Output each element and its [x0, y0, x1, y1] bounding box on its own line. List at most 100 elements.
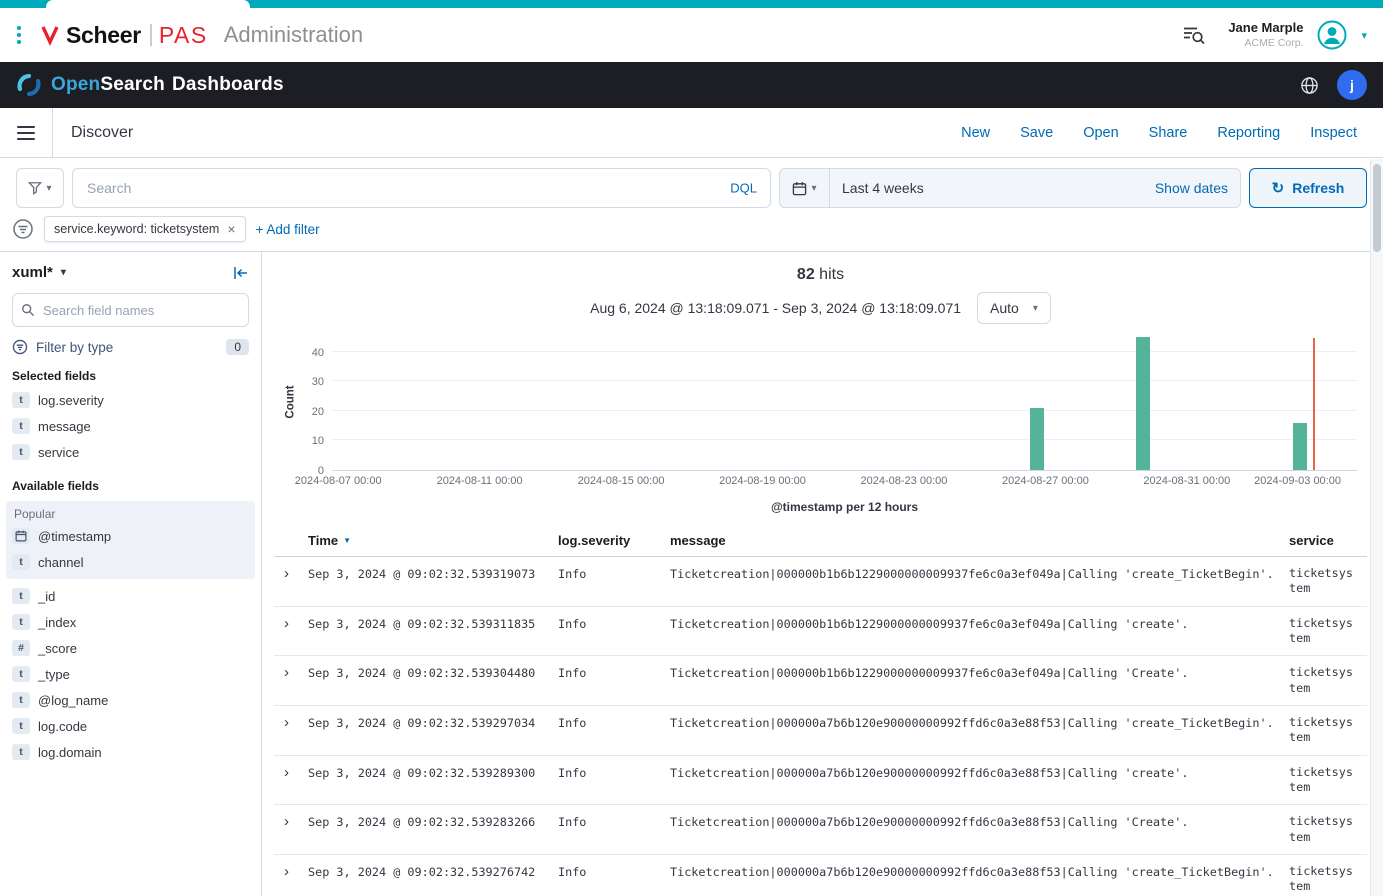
- y-axis-tick-label: 40: [288, 347, 324, 359]
- menu-icon[interactable]: [0, 108, 53, 157]
- column-header-label: Time: [308, 533, 338, 548]
- field-item-_index[interactable]: t_index: [12, 609, 249, 635]
- field-item-service[interactable]: tservice: [12, 439, 249, 465]
- fields-sidebar: xuml* ▾ Filter by type 0 Sel: [0, 252, 262, 896]
- show-dates-button[interactable]: Show dates: [1143, 169, 1240, 207]
- selected-fields-header: Selected fields: [12, 369, 249, 383]
- index-pattern-selector[interactable]: xuml* ▾: [12, 264, 66, 281]
- field-item-_id[interactable]: t_id: [12, 583, 249, 609]
- selected-fields-list: tlog.severitytmessagetservice: [12, 387, 249, 465]
- column-header-label: message: [670, 533, 726, 548]
- column-header-message[interactable]: message: [670, 533, 1289, 548]
- nav-action-reporting[interactable]: Reporting: [1217, 125, 1280, 141]
- histogram-bar[interactable]: [1293, 423, 1307, 470]
- gridline: [332, 439, 1357, 440]
- saved-query-icon: [28, 181, 42, 195]
- field-item-channel[interactable]: tchannel: [12, 549, 249, 575]
- column-header-Time[interactable]: Time▼: [308, 533, 558, 548]
- x-axis-labels: 2024-08-07 00:002024-08-11 00:002024-08-…: [332, 475, 1357, 490]
- row-expand-button[interactable]: ›: [274, 765, 308, 782]
- nav-action-new[interactable]: New: [961, 125, 990, 141]
- chevron-down-icon: ▾: [61, 267, 66, 278]
- filter-bar: service.keyword: ticketsystem × + Add fi…: [0, 214, 1383, 252]
- breadcrumb-discover: Discover: [71, 124, 133, 142]
- field-name: @timestamp: [38, 529, 111, 544]
- brand-pas-text: PAS: [159, 22, 208, 49]
- cell-message: Ticketcreation|000000a7b6b120e9000000099…: [670, 814, 1289, 831]
- scrollbar-thumb[interactable]: [1373, 164, 1381, 252]
- row-expand-button[interactable]: ›: [274, 814, 308, 831]
- field-item-_score[interactable]: #_score: [12, 635, 249, 661]
- histogram-chart: Count 010203040 2024-08-07 00:002024-08-…: [274, 338, 1367, 514]
- field-type-badge: t: [12, 614, 30, 630]
- nav-action-share[interactable]: Share: [1149, 125, 1188, 141]
- instance-logs-icon[interactable]: [1182, 24, 1206, 46]
- help-globe-icon[interactable]: [1300, 76, 1319, 95]
- field-item-log.severity[interactable]: tlog.severity: [12, 387, 249, 413]
- field-item-log.domain[interactable]: tlog.domain: [12, 739, 249, 765]
- app-nav-bar: Discover New Save Open Share Reporting Inspec…: [0, 108, 1383, 158]
- osd-user-avatar[interactable]: j: [1337, 70, 1367, 100]
- opensearch-logo-icon[interactable]: [16, 72, 42, 98]
- calendar-icon: [792, 181, 807, 196]
- interval-select[interactable]: Auto ▾: [977, 292, 1051, 324]
- y-axis-tick-label: 20: [288, 406, 324, 418]
- search-input[interactable]: [72, 168, 771, 208]
- add-filter-button[interactable]: + Add filter: [256, 222, 320, 237]
- opensearch-header-right: j: [1300, 70, 1367, 100]
- field-name: _type: [38, 667, 70, 682]
- filter-by-type-button[interactable]: Filter by type 0: [12, 339, 249, 355]
- filter-set-menu-icon[interactable]: [12, 218, 34, 240]
- date-quick-select-button[interactable]: ▾: [780, 169, 830, 207]
- saved-query-menu-button[interactable]: ▾: [16, 168, 64, 208]
- app-switcher-icon[interactable]: [12, 21, 26, 49]
- table-row: ›Sep 3, 2024 @ 09:02:32.539289300InfoTic…: [274, 756, 1367, 806]
- y-axis-tick-label: 30: [288, 376, 324, 388]
- query-language-button[interactable]: DQL: [730, 181, 757, 196]
- field-name: log.code: [38, 719, 87, 734]
- pas-admin-header: Scheer PAS Administration Jane Marple AC…: [0, 8, 1383, 62]
- field-item-_type[interactable]: t_type: [12, 661, 249, 687]
- histogram-bar[interactable]: [1030, 408, 1044, 470]
- column-header-logseverity[interactable]: log.severity: [558, 533, 670, 548]
- x-axis-tick-label: 2024-08-11 00:00: [437, 475, 523, 487]
- user-organization: ACME Corp.: [1228, 37, 1303, 51]
- x-axis-tick-label: 2024-08-19 00:00: [719, 475, 806, 487]
- collapse-sidebar-icon[interactable]: [233, 265, 249, 281]
- wordmark-search: Search: [100, 74, 165, 95]
- field-type-badge: t: [12, 444, 30, 460]
- cell-message: Ticketcreation|000000b1b6b12290000000099…: [670, 566, 1289, 583]
- time-range-label[interactable]: Last 4 weeks: [830, 169, 1143, 207]
- column-header-label: log.severity: [558, 533, 630, 548]
- field-item-@timestamp[interactable]: @timestamp: [12, 523, 249, 549]
- content-area: xuml* ▾ Filter by type 0 Sel: [0, 252, 1383, 896]
- row-expand-button[interactable]: ›: [274, 616, 308, 633]
- index-pattern-name: xuml*: [12, 264, 53, 281]
- filter-pill[interactable]: service.keyword: ticketsystem ×: [44, 216, 246, 242]
- field-item-log.code[interactable]: tlog.code: [12, 713, 249, 739]
- user-menu-chevron-icon[interactable]: ▾: [1361, 29, 1367, 42]
- table-row: ›Sep 3, 2024 @ 09:02:32.539304480InfoTic…: [274, 656, 1367, 706]
- refresh-label: Refresh: [1292, 180, 1344, 196]
- histogram-bar[interactable]: [1136, 337, 1150, 470]
- table-row: ›Sep 3, 2024 @ 09:02:32.539319073InfoTic…: [274, 557, 1367, 607]
- x-axis-tick-label: 2024-08-27 00:00: [1002, 475, 1089, 487]
- nav-action-open[interactable]: Open: [1083, 125, 1118, 141]
- user-avatar-icon[interactable]: [1317, 20, 1347, 50]
- scrollbar[interactable]: [1370, 159, 1383, 896]
- row-expand-button[interactable]: ›: [274, 864, 308, 881]
- column-header-service[interactable]: service: [1289, 533, 1367, 548]
- refresh-button[interactable]: ↻ Refresh: [1249, 168, 1367, 208]
- row-expand-button[interactable]: ›: [274, 665, 308, 682]
- field-item-message[interactable]: tmessage: [12, 413, 249, 439]
- gridline: [332, 410, 1357, 411]
- field-search-input[interactable]: [12, 293, 249, 327]
- row-expand-button[interactable]: ›: [274, 715, 308, 732]
- field-item-@log_name[interactable]: t@log_name: [12, 687, 249, 713]
- row-expand-button[interactable]: ›: [274, 566, 308, 583]
- nav-action-save[interactable]: Save: [1020, 125, 1053, 141]
- remove-filter-icon[interactable]: ×: [227, 222, 235, 236]
- available-fields-header: Available fields: [12, 479, 249, 493]
- nav-action-inspect[interactable]: Inspect: [1310, 125, 1357, 141]
- field-name: log.domain: [38, 745, 102, 760]
